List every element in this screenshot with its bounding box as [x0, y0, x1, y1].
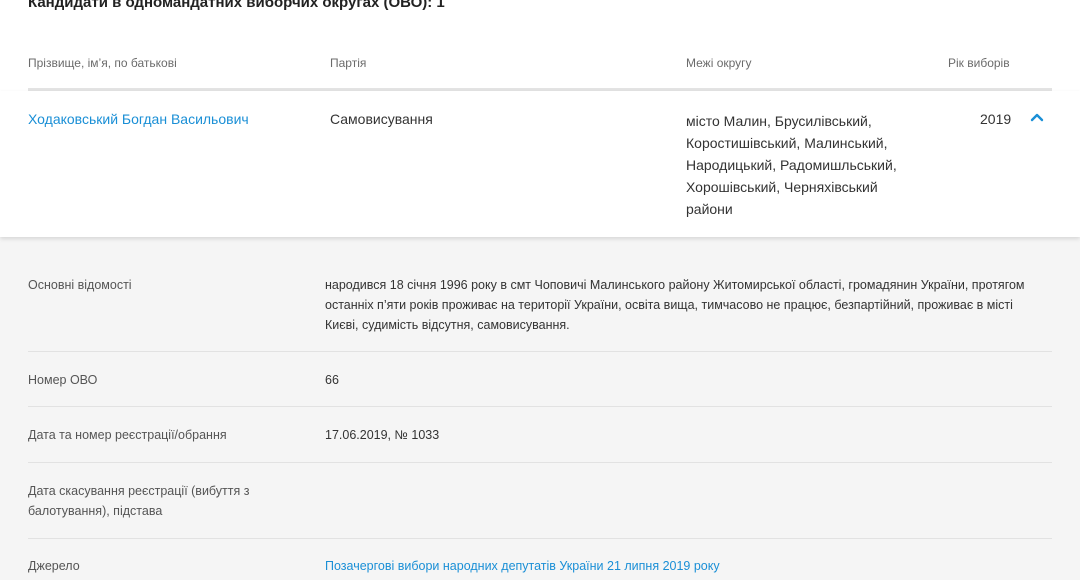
detail-row-basic-info: Основні відомості народився 18 січня 199…	[28, 237, 1052, 352]
detail-row-cancellation: Дата скасування реєстрації (вибуття з ба…	[28, 463, 1052, 539]
detail-label-source: Джерело	[28, 559, 80, 573]
column-header-party: Партія	[330, 56, 367, 70]
column-header-year: Рік виборів	[948, 56, 1010, 70]
detail-label-cancellation: Дата скасування реєстрації (вибуття з ба…	[28, 484, 250, 518]
detail-row-source: Джерело Позачергові вибори народних депу…	[28, 539, 1052, 580]
candidate-district-bounds: місто Малин, Брусилівський, Коростишівсь…	[686, 113, 897, 217]
column-header-name: Прізвище, ім’я, по батькові	[28, 56, 177, 70]
detail-label-basic-info: Основні відомості	[28, 278, 132, 292]
column-header-bounds: Межі округу	[686, 56, 752, 70]
candidate-details-panel: Основні відомості народився 18 січня 199…	[0, 237, 1080, 580]
table-header: Прізвище, ім’я, по батькові Партія Межі …	[0, 0, 1080, 91]
detail-value-registration: 17.06.2019, № 1033	[325, 428, 440, 442]
source-election-link[interactable]: Позачергові вибори народних депутатів Ук…	[325, 559, 720, 573]
detail-label-registration: Дата та номер реєстрації/обрання	[28, 428, 227, 442]
detail-label-district-number: Номер ОВО	[28, 373, 98, 387]
detail-row-registration: Дата та номер реєстрації/обрання 17.06.2…	[28, 407, 1052, 463]
candidate-name-link[interactable]: Ходаковський Богдан Васильович	[28, 111, 249, 127]
candidate-row[interactable]: Ходаковський Богдан Васильович Самовисув…	[0, 91, 1080, 237]
collapse-toggle-button[interactable]	[1026, 107, 1048, 129]
detail-value-basic-info: народився 18 січня 1996 року в смт Чопов…	[325, 278, 1025, 332]
detail-row-district-number: Номер ОВО 66	[28, 352, 1052, 407]
chevron-up-icon	[1030, 109, 1044, 127]
candidate-election-year: 2019	[980, 111, 1012, 127]
detail-value-district-number: 66	[325, 373, 339, 387]
candidate-party: Самовисування	[330, 111, 433, 127]
